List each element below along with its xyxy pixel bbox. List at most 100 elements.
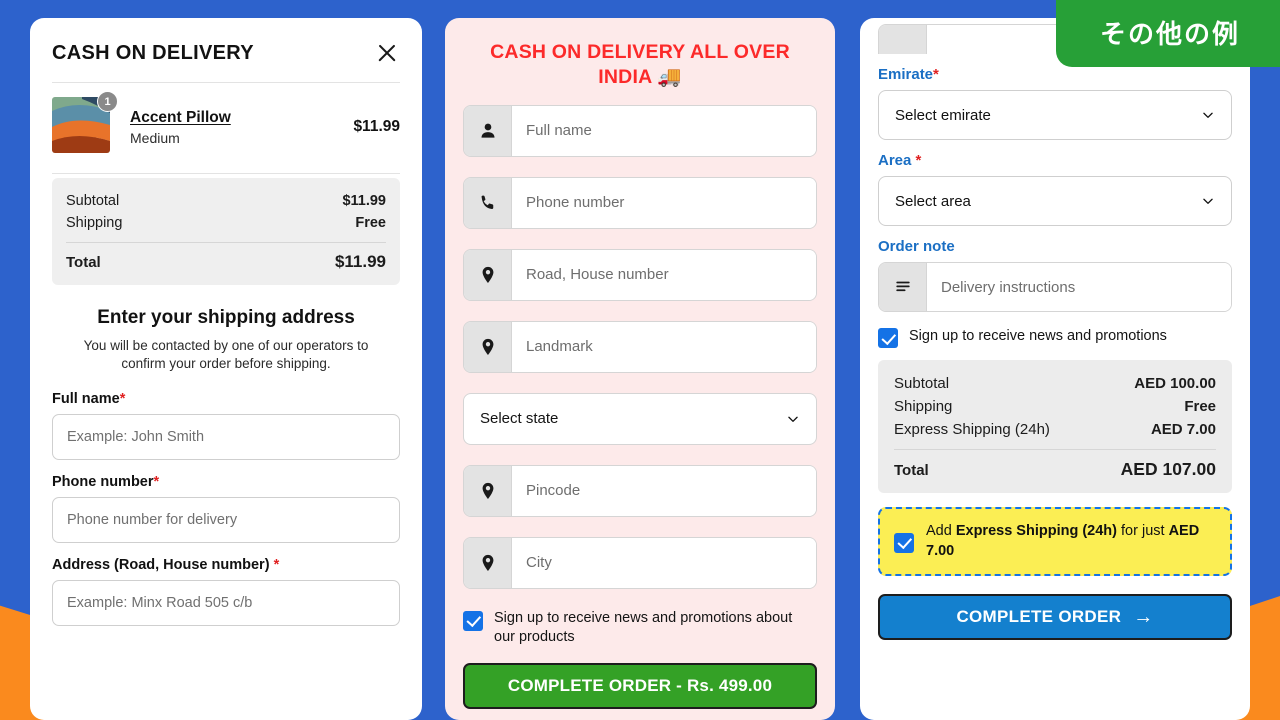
landmark-field[interactable]: Landmark [463,320,817,373]
order-note-field[interactable]: Delivery instructions [878,262,1232,312]
location-pin-icon [464,249,512,300]
full-name-input[interactable]: Full name [512,105,816,156]
line-item-price: $11.99 [353,118,400,135]
complete-order-label: COMPLETE ORDER [956,607,1122,627]
required-marker: * [119,391,126,408]
required-marker: * [915,152,922,169]
phone-number-field[interactable]: Phone number [463,176,817,229]
newsletter-checkbox-row[interactable]: Sign up to receive news and promotions [878,326,1232,348]
list-lines-icon [879,263,927,311]
newsletter-checkbox[interactable] [878,328,898,348]
divider [66,242,386,243]
road-house-number-input[interactable]: Road, House number [512,249,816,300]
order-note-input[interactable]: Delivery instructions [927,263,1231,311]
address-label: Address (Road, House number) * [52,557,400,573]
location-pin-icon [464,465,512,516]
upsell-prefix: Add [926,523,956,539]
order-summary: Subtotal $11.99 Shipping Free Total $11.… [52,178,400,285]
required-marker: * [153,474,160,491]
close-icon[interactable] [374,40,400,66]
state-select[interactable]: Select state [463,392,817,445]
phone-number-label: Phone number* [52,474,400,490]
shipping-label: Shipping [894,398,953,415]
order-note-label: Order note [878,238,955,255]
summary-row-total: Total $11.99 [66,249,386,275]
divider [894,449,1216,450]
field-group-address: Address (Road, House number) * Example: … [52,557,400,627]
area-label: Area * [878,152,1232,169]
summary-row-total: Total AED 107.00 [894,456,1216,483]
full-name-field[interactable]: Full name [463,104,817,157]
pincode-input[interactable]: Pincode [512,465,816,516]
address-label-text: Address (Road, House number) [52,557,270,574]
order-summary: Subtotal AED 100.00 Shipping Free Expres… [878,360,1232,493]
upsell-strong-service: Express Shipping (24h) [955,523,1117,539]
required-marker: * [273,557,280,574]
city-input[interactable]: City [512,537,816,588]
phone-number-label-text: Phone number [52,474,154,491]
upsell-middle: for just [1117,523,1169,539]
summary-row-subtotal: Subtotal $11.99 [66,190,386,212]
newsletter-checkbox[interactable] [463,610,483,631]
cod-modal-panel: CASH ON DELIVERY 1 Accent Pillow Medium … [30,18,422,720]
full-name-label: Full name* [52,391,400,407]
panel1-header: CASH ON DELIVERY [52,18,400,82]
page-title: CASH ON DELIVERY [52,41,254,64]
total-value: $11.99 [334,252,386,271]
express-shipping-upsell[interactable]: Add Express Shipping (24h) for just AED … [878,507,1232,577]
summary-row-shipping: Shipping Free [894,395,1216,418]
state-select-value: Select state [480,410,559,428]
product-variant: Medium [130,129,180,146]
cod-form-panel-uae: Emirate* Select emirate Area * Select ar… [860,18,1250,720]
shipping-value: Free [355,215,386,231]
divider [52,173,400,174]
required-marker: * [933,66,939,83]
express-shipping-checkbox[interactable] [894,532,914,553]
newsletter-label: Sign up to receive news and promotions [909,328,1167,345]
location-pin-icon [464,537,512,588]
area-label-text: Area [878,152,912,169]
newsletter-label: Sign up to receive news and promotions a… [494,609,793,645]
complete-order-button[interactable]: COMPLETE ORDER - Rs. 499.00 [463,662,817,709]
total-label: Total [894,462,929,479]
total-value: AED 107.00 [1120,459,1216,479]
cod-form-panel-india: CASH ON DELIVERY ALL OVER INDIA 🚚 Full n… [445,18,835,720]
city-field[interactable]: City [463,536,817,589]
newsletter-checkbox-row[interactable]: Sign up to receive news and promotions a… [463,609,817,647]
chevron-down-icon [1201,194,1215,208]
shipping-label: Shipping [66,215,123,231]
shipping-address-subheading: You will be contacted by one of our oper… [83,338,369,372]
phone-icon [464,177,512,228]
other-examples-badge: その他の例 [1055,0,1280,67]
landmark-input[interactable]: Landmark [512,321,816,372]
express-shipping-value: AED 7.00 [1150,421,1216,438]
subtotal-label: Subtotal [66,193,120,209]
express-shipping-label: Express Shipping (24h) [894,421,1050,438]
total-label: Total [66,254,101,271]
chevron-down-icon [1201,108,1215,122]
summary-row-shipping: Shipping Free [66,212,386,234]
quantity-badge: 1 [97,91,118,112]
emirate-select[interactable]: Select emirate [878,90,1232,140]
complete-order-button[interactable]: COMPLETE ORDER → [878,594,1232,641]
pincode-field[interactable]: Pincode [463,464,817,517]
summary-row-express-shipping: Express Shipping (24h) AED 7.00 [894,418,1216,441]
upsell-text: Add Express Shipping (24h) for just AED … [926,522,1216,561]
area-select-value: Select area [895,192,971,210]
subtotal-value: $11.99 [342,193,386,209]
product-name-link[interactable]: Accent Pillow [130,109,339,127]
field-group-phone-number: Phone number* Phone number for delivery [52,474,400,544]
phone-number-input[interactable]: Phone number [512,177,816,228]
full-name-input[interactable]: Example: John Smith [52,414,400,461]
shipping-value: Free [1184,398,1216,415]
emirate-label: Emirate* [878,66,1232,83]
road-house-number-field[interactable]: Road, House number [463,248,817,301]
area-select[interactable]: Select area [878,176,1232,226]
subtotal-label: Subtotal [894,375,950,392]
phone-number-input[interactable]: Phone number for delivery [52,497,400,544]
address-input[interactable]: Example: Minx Road 505 c/b [52,580,400,627]
full-name-label-text: Full name [52,391,120,408]
panel2-title: CASH ON DELIVERY ALL OVER INDIA 🚚 [490,41,790,89]
location-pin-icon [464,321,512,372]
product-thumbnail-wrap: 1 [52,91,118,157]
